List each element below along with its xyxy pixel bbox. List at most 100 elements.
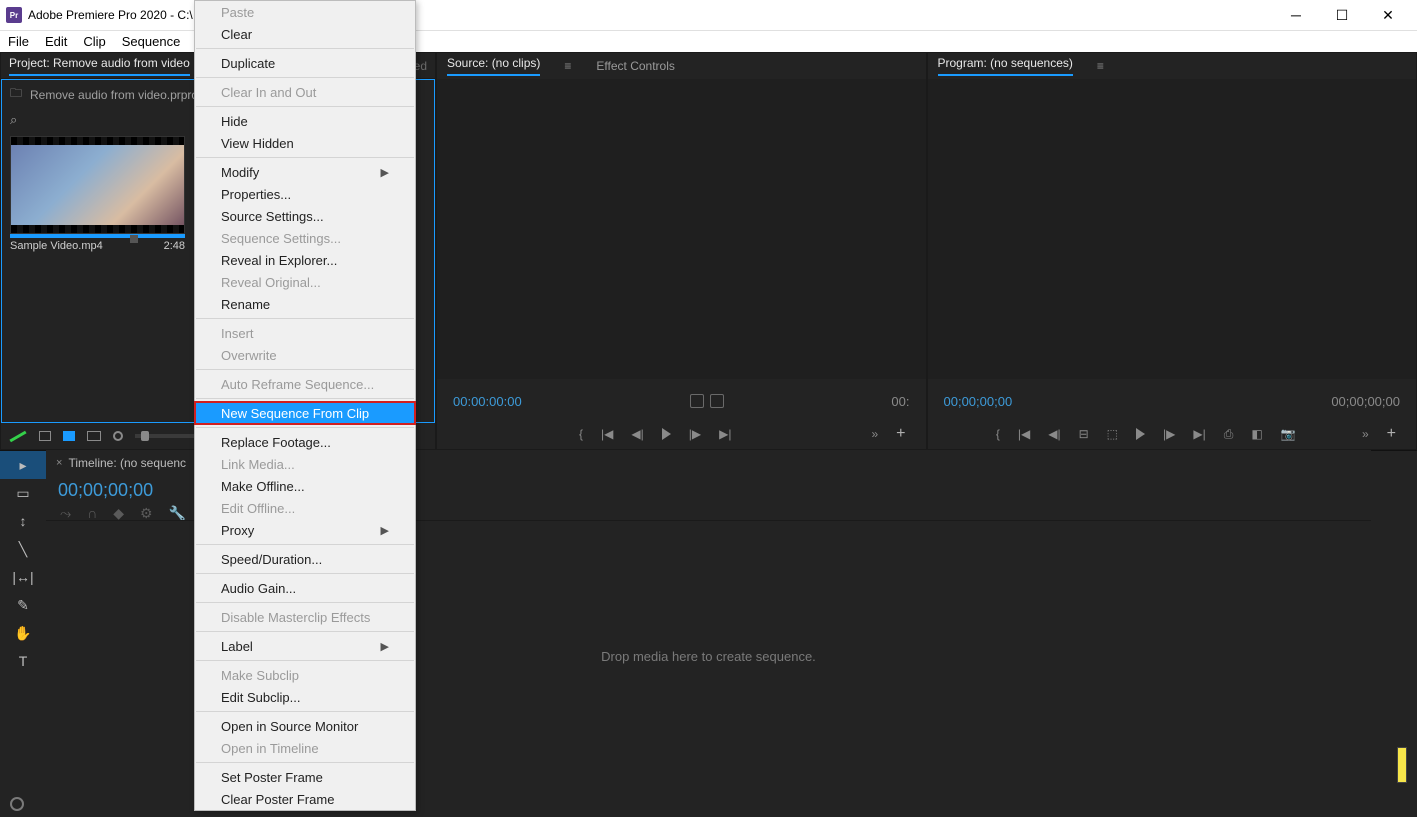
window-buttons: ─ ☐ ✕ bbox=[1273, 0, 1411, 30]
go-to-out-icon[interactable]: ▶| bbox=[1193, 427, 1205, 441]
menu-item-label: Duplicate bbox=[221, 56, 275, 71]
source-fit-icon[interactable] bbox=[690, 394, 704, 408]
program-tab[interactable]: Program: (no sequences) bbox=[938, 56, 1073, 76]
menu-item[interactable]: Properties... bbox=[195, 183, 415, 205]
program-monitor: Program: (no sequences) ≡ 00;00;00;00 00… bbox=[927, 52, 1417, 450]
zoom-reset-icon[interactable] bbox=[113, 431, 123, 441]
menu-item[interactable]: Hide bbox=[195, 110, 415, 132]
timeline-drop-text: Drop media here to create sequence. bbox=[601, 649, 816, 664]
submenu-arrow-icon: ▶ bbox=[381, 166, 389, 179]
menu-item[interactable]: Duplicate bbox=[195, 52, 415, 74]
minimize-button[interactable]: ─ bbox=[1273, 0, 1319, 30]
menu-item[interactable]: Set Poster Frame bbox=[195, 766, 415, 788]
menu-item[interactable]: Label▶ bbox=[195, 635, 415, 657]
add-button-icon[interactable]: + bbox=[1387, 425, 1396, 443]
source-settings-icon[interactable] bbox=[710, 394, 724, 408]
source-canvas[interactable] bbox=[437, 79, 926, 379]
menu-item-label: Link Media... bbox=[221, 457, 295, 472]
selection-tool[interactable]: ▸ bbox=[0, 451, 46, 479]
go-to-in-icon[interactable]: |◀ bbox=[601, 427, 613, 441]
track-select-tool[interactable]: ▭ bbox=[0, 479, 46, 507]
mark-in-icon[interactable]: { bbox=[579, 427, 583, 441]
search-icon[interactable]: ⌕ bbox=[10, 112, 17, 127]
menu-item[interactable]: Clear bbox=[195, 23, 415, 45]
go-to-in-icon[interactable]: |◀ bbox=[1018, 427, 1030, 441]
menu-item[interactable]: Rename bbox=[195, 293, 415, 315]
menu-item: Clear In and Out bbox=[195, 81, 415, 103]
menu-item: Insert bbox=[195, 322, 415, 344]
menu-item: Auto Reframe Sequence... bbox=[195, 373, 415, 395]
bin-icon: 🗀 bbox=[10, 84, 22, 105]
compare-icon[interactable]: ◧ bbox=[1251, 427, 1262, 441]
menu-item[interactable]: Clear Poster Frame bbox=[195, 788, 415, 810]
timeline-tab[interactable]: Timeline: (no sequenc bbox=[68, 456, 186, 470]
audio-meters bbox=[1371, 450, 1417, 791]
effect-controls-tab[interactable]: Effect Controls bbox=[596, 59, 674, 73]
menu-file[interactable]: File bbox=[8, 34, 29, 49]
tool-column: ▸ ▭ ↕ ╲ |↔| ✎ ✋ T bbox=[0, 450, 46, 791]
menu-item-label: Clear bbox=[221, 27, 252, 42]
export-frame-icon[interactable]: ⎙ bbox=[1224, 427, 1234, 442]
hand-tool[interactable]: ✋ bbox=[0, 619, 46, 647]
more-icon[interactable]: » bbox=[871, 427, 878, 441]
source-monitor: Source: (no clips) ≡ Effect Controls 00:… bbox=[436, 52, 927, 450]
more-icon[interactable]: » bbox=[1362, 427, 1369, 441]
mark-in-icon[interactable]: { bbox=[996, 427, 1000, 441]
menu-item-label: Set Poster Frame bbox=[221, 770, 323, 785]
clip-thumbnail[interactable]: Sample Video.mp4 2:48 bbox=[10, 136, 185, 252]
menu-item[interactable]: Source Settings... bbox=[195, 205, 415, 227]
step-forward-icon[interactable]: |▶ bbox=[689, 427, 701, 441]
globe-icon[interactable] bbox=[10, 797, 24, 811]
menu-item[interactable]: Proxy▶ bbox=[195, 519, 415, 541]
go-to-out-icon[interactable]: ▶| bbox=[719, 427, 731, 441]
source-tab[interactable]: Source: (no clips) bbox=[447, 56, 540, 76]
play-icon[interactable] bbox=[1136, 428, 1145, 440]
menu-separator bbox=[196, 48, 414, 49]
menu-item[interactable]: Edit Subclip... bbox=[195, 686, 415, 708]
list-view-icon[interactable] bbox=[39, 431, 51, 441]
freeform-view-icon[interactable] bbox=[87, 431, 101, 441]
program-canvas[interactable] bbox=[928, 79, 1417, 379]
close-tab-icon[interactable]: × bbox=[56, 457, 62, 469]
menu-item[interactable]: Make Offline... bbox=[195, 475, 415, 497]
menu-item[interactable]: Replace Footage... bbox=[195, 431, 415, 453]
ripple-edit-tool[interactable]: ↕ bbox=[0, 507, 46, 535]
menu-item[interactable]: Open in Source Monitor bbox=[195, 715, 415, 737]
pen-tool[interactable]: ✎ bbox=[0, 591, 46, 619]
step-forward-icon[interactable]: |▶ bbox=[1163, 427, 1175, 441]
menu-separator bbox=[196, 318, 414, 319]
razor-tool[interactable]: ╲ bbox=[0, 535, 46, 563]
icon-view-icon[interactable] bbox=[63, 431, 75, 441]
clip-playhead-marker[interactable] bbox=[130, 235, 138, 243]
step-back-icon[interactable]: ◀| bbox=[1048, 427, 1060, 441]
menu-item-label: Sequence Settings... bbox=[221, 231, 341, 246]
menu-item[interactable]: Modify ▶ bbox=[195, 161, 415, 183]
menu-separator bbox=[196, 762, 414, 763]
menu-item[interactable]: View Hidden bbox=[195, 132, 415, 154]
close-button[interactable]: ✕ bbox=[1365, 0, 1411, 30]
type-tool[interactable]: T bbox=[0, 647, 46, 675]
program-panel-menu-icon[interactable]: ≡ bbox=[1097, 59, 1105, 73]
menu-item-label: Clear Poster Frame bbox=[221, 792, 334, 807]
menu-item[interactable]: New Sequence From Clip bbox=[195, 402, 415, 424]
extract-icon[interactable]: ⬚ bbox=[1107, 427, 1118, 441]
menu-sequence[interactable]: Sequence bbox=[122, 34, 181, 49]
menu-clip[interactable]: Clip bbox=[83, 34, 105, 49]
write-toggle-icon[interactable] bbox=[9, 430, 26, 442]
source-tc-left: 00:00:00:00 bbox=[453, 394, 522, 409]
maximize-button[interactable]: ☐ bbox=[1319, 0, 1365, 30]
add-button-icon[interactable]: + bbox=[896, 425, 905, 443]
menu-item[interactable]: Audio Gain... bbox=[195, 577, 415, 599]
play-icon[interactable] bbox=[662, 428, 671, 440]
menu-edit[interactable]: Edit bbox=[45, 34, 67, 49]
slip-tool[interactable]: |↔| bbox=[0, 563, 46, 591]
menu-item[interactable]: Speed/Duration... bbox=[195, 548, 415, 570]
clip-name: Sample Video.mp4 bbox=[10, 240, 103, 252]
menu-item[interactable]: Reveal in Explorer... bbox=[195, 249, 415, 271]
step-back-icon[interactable]: ◀| bbox=[631, 427, 643, 441]
menu-item-label: Modify bbox=[221, 165, 259, 180]
camera-icon[interactable]: 📷 bbox=[1281, 427, 1296, 441]
lift-icon[interactable]: ⊟ bbox=[1079, 427, 1089, 441]
source-panel-menu-icon[interactable]: ≡ bbox=[564, 59, 572, 73]
project-tab[interactable]: Project: Remove audio from video bbox=[9, 56, 190, 76]
